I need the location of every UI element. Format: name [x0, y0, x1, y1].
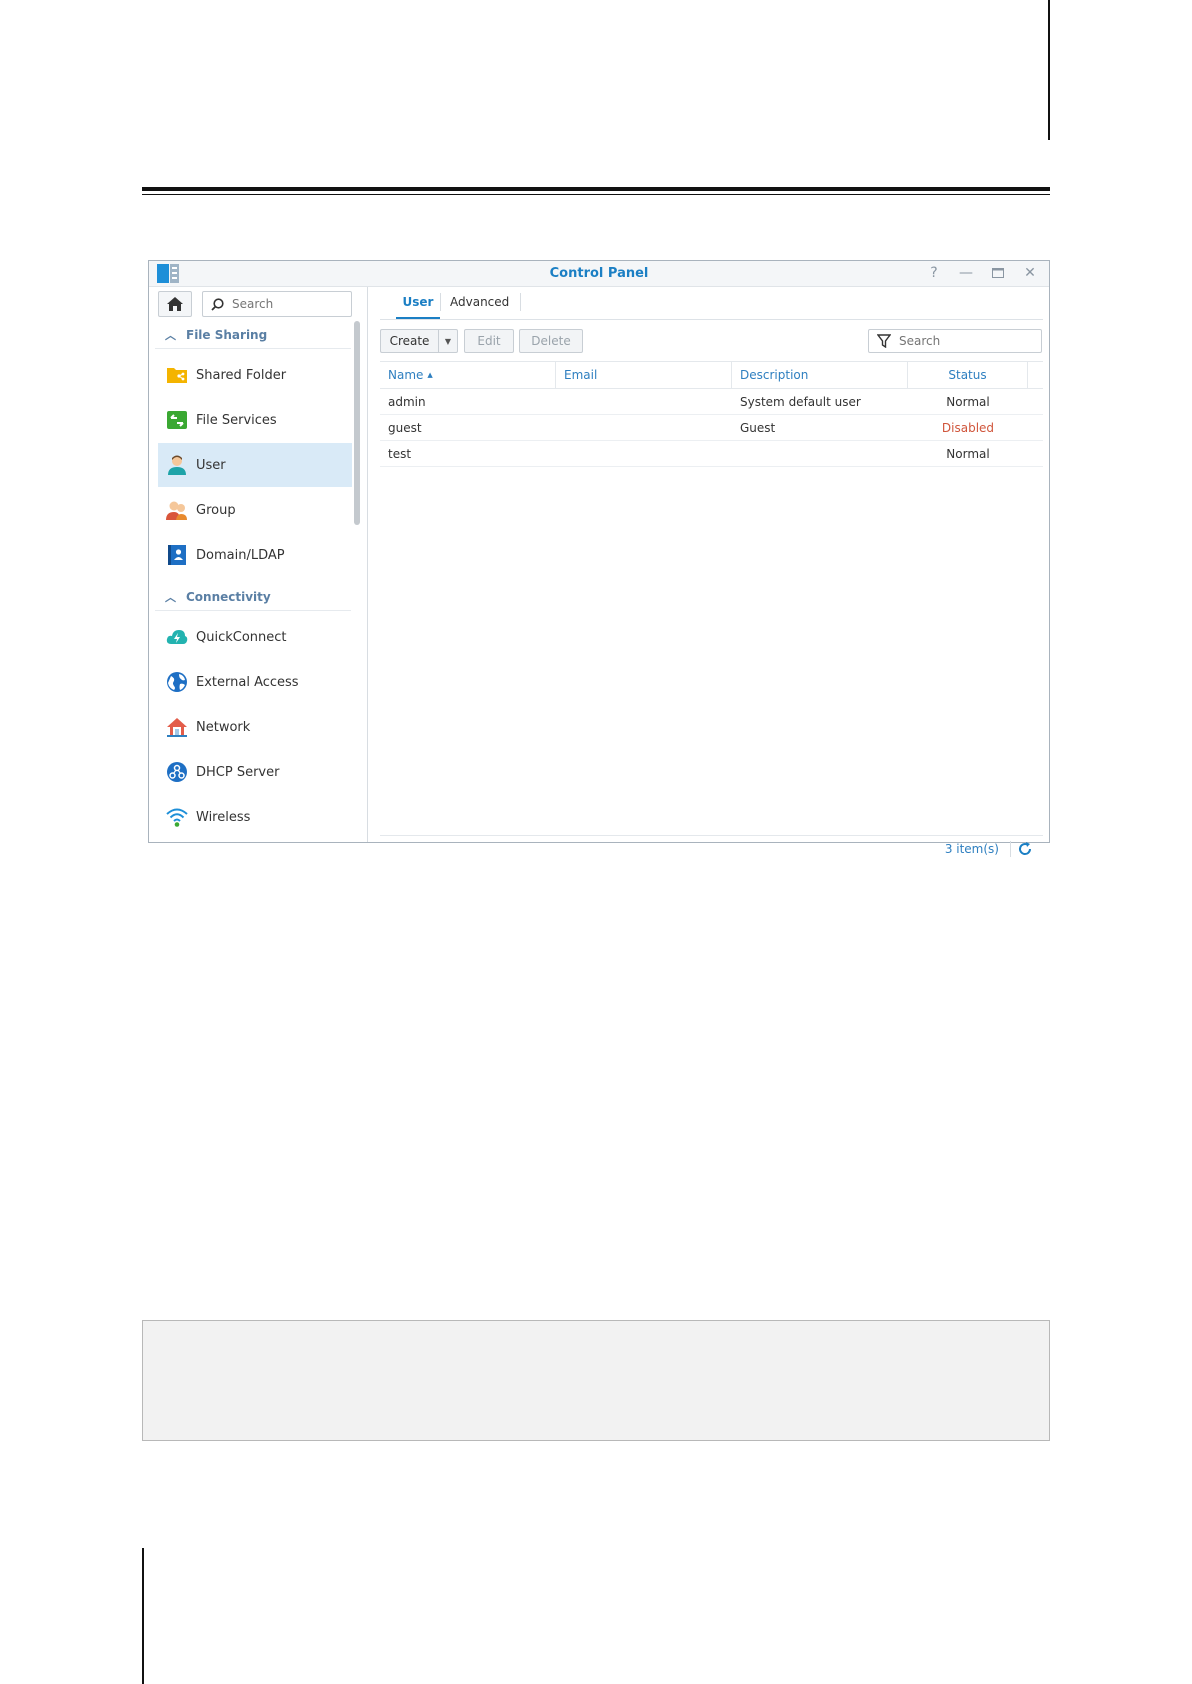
- sidebar-item-quickconnect[interactable]: QuickConnect: [158, 615, 352, 659]
- page-rule-thick: [142, 187, 1050, 191]
- page-edge-line-top: [1048, 0, 1050, 140]
- tab-separator: [440, 293, 441, 311]
- table-row[interactable]: guest Guest Disabled: [380, 415, 1043, 441]
- column-header-status[interactable]: Status: [908, 362, 1028, 388]
- sidebar: ︿ File Sharing Shared Folder File Servic…: [149, 287, 368, 842]
- column-header-email[interactable]: Email: [556, 362, 732, 388]
- user-icon: [168, 455, 186, 475]
- table-row[interactable]: test Normal: [380, 441, 1043, 467]
- group-icon: [166, 501, 187, 520]
- tab-user[interactable]: User: [396, 295, 440, 319]
- sidebar-item-external-access[interactable]: External Access: [158, 660, 352, 704]
- quickconnect-icon: [166, 630, 188, 644]
- cell-status: Normal: [946, 446, 990, 461]
- table-header: Name ▲ Email Description Status: [380, 361, 1043, 389]
- chevron-up-icon: ︿: [165, 590, 176, 604]
- title-bar: Control Panel ? — ✕: [149, 261, 1049, 287]
- sidebar-item-shared-folder[interactable]: Shared Folder: [158, 353, 352, 397]
- sidebar-item-label: Shared Folder: [196, 367, 287, 383]
- home-icon: [167, 297, 183, 311]
- column-header-name[interactable]: Name ▲: [380, 362, 556, 388]
- user-search-input[interactable]: [897, 333, 1011, 349]
- item-count: 3 item(s): [944, 842, 999, 856]
- section-file-sharing[interactable]: ︿ File Sharing: [155, 321, 351, 349]
- cell-email: [556, 441, 732, 466]
- maximize-icon[interactable]: [989, 264, 1007, 282]
- cell-description: Guest: [740, 420, 776, 435]
- cell-name: guest: [388, 420, 422, 435]
- cell-description: System default user: [740, 394, 861, 409]
- minimize-icon[interactable]: —: [957, 264, 975, 282]
- cell-status: Disabled: [941, 420, 995, 435]
- cell-email: [556, 415, 732, 440]
- edit-button[interactable]: Edit: [464, 329, 514, 353]
- sidebar-item-label: External Access: [196, 674, 299, 690]
- sort-ascending-icon: ▲: [427, 371, 433, 379]
- sidebar-scrollbar[interactable]: [354, 321, 360, 525]
- create-dropdown-button[interactable]: ▼: [438, 329, 458, 353]
- chevron-up-icon: ︿: [165, 328, 176, 342]
- sidebar-item-label: DHCP Server: [196, 764, 280, 780]
- sidebar-item-label: File Services: [196, 412, 277, 428]
- sidebar-item-file-services[interactable]: File Services: [158, 398, 352, 442]
- page-edge-line-bottom: [142, 1548, 144, 1684]
- sidebar-item-label: Wireless: [196, 809, 251, 825]
- cell-description: [732, 441, 908, 466]
- filter-icon: [877, 334, 891, 348]
- close-icon[interactable]: ✕: [1021, 264, 1039, 282]
- create-button[interactable]: Create: [380, 329, 438, 353]
- note-box: [142, 1320, 1050, 1441]
- section-label: Connectivity: [186, 589, 271, 604]
- shared-folder-icon: [167, 368, 187, 383]
- window-title: Control Panel: [549, 266, 649, 281]
- sidebar-item-group[interactable]: Group: [158, 488, 352, 532]
- tab-advanced[interactable]: Advanced: [450, 295, 509, 319]
- footer-separator: [1010, 841, 1011, 857]
- sidebar-item-label: Domain/LDAP: [196, 547, 285, 563]
- main-panel: User Advanced Create ▼ Edit Delete Name …: [368, 287, 1049, 857]
- cell-email: [556, 389, 732, 414]
- external-access-icon: [167, 672, 187, 692]
- sidebar-item-dhcp-server[interactable]: DHCP Server: [158, 750, 352, 794]
- caret-down-icon: ▼: [444, 336, 452, 346]
- wireless-icon: [166, 808, 188, 827]
- sidebar-item-label: Group: [196, 502, 236, 518]
- cell-name: admin: [388, 394, 426, 409]
- table-row[interactable]: admin System default user Normal: [380, 389, 1043, 415]
- table-footer: 3 item(s): [380, 835, 1043, 862]
- sidebar-search-input[interactable]: [230, 296, 344, 312]
- sidebar-item-network[interactable]: Network: [158, 705, 352, 749]
- sidebar-item-label: User: [196, 457, 226, 473]
- cell-status: Normal: [946, 394, 990, 409]
- tab-bar: User Advanced: [380, 287, 1043, 320]
- user-search[interactable]: [868, 329, 1042, 353]
- sidebar-item-user[interactable]: User: [158, 443, 352, 487]
- page-rule-thin: [142, 194, 1050, 195]
- section-label: File Sharing: [186, 327, 268, 342]
- home-button[interactable]: [158, 291, 192, 317]
- file-services-icon: [167, 411, 187, 429]
- tab-separator: [520, 293, 521, 311]
- dhcp-server-icon: [167, 762, 187, 782]
- refresh-icon[interactable]: [1017, 841, 1033, 857]
- cell-name: test: [388, 446, 412, 461]
- search-icon: [211, 297, 224, 311]
- section-connectivity[interactable]: ︿ Connectivity: [155, 583, 351, 611]
- sidebar-item-domain-ldap[interactable]: Domain/LDAP: [158, 533, 352, 577]
- column-header-description[interactable]: Description: [732, 362, 908, 388]
- delete-button[interactable]: Delete: [519, 329, 583, 353]
- network-icon: [167, 718, 187, 737]
- control-panel-window: Control Panel ? — ✕ ︿ File Sharing: [148, 260, 1050, 857]
- sidebar-search[interactable]: [202, 291, 352, 317]
- sidebar-item-wireless[interactable]: Wireless: [158, 795, 352, 839]
- sidebar-item-label: QuickConnect: [196, 629, 287, 645]
- domain-ldap-icon: [168, 545, 186, 565]
- user-table: Name ▲ Email Description Status admin Sy…: [380, 361, 1043, 467]
- sidebar-item-label: Network: [196, 719, 251, 735]
- help-icon[interactable]: ?: [925, 264, 943, 282]
